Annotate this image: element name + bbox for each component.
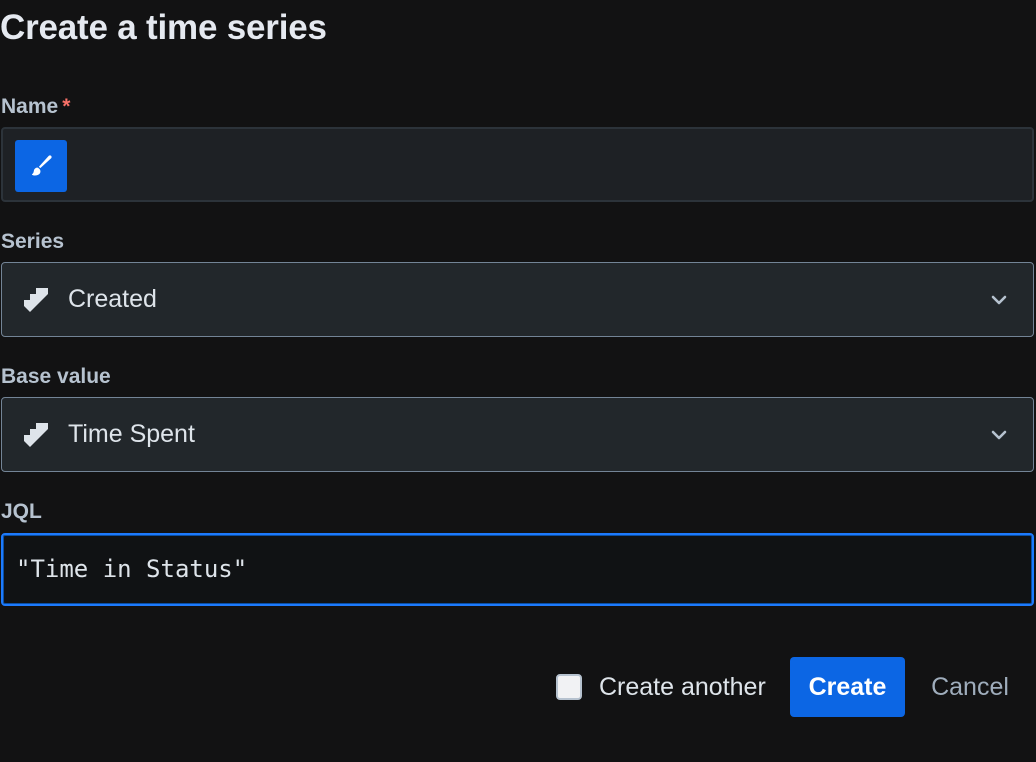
jira-icon	[24, 423, 48, 447]
jql-label: JQL	[1, 500, 42, 523]
jql-input[interactable]: "Time in Status"	[1, 533, 1034, 606]
jira-icon	[24, 288, 48, 312]
series-select[interactable]: Created	[1, 262, 1034, 337]
name-label: Name *	[1, 95, 70, 119]
base-value-label: Base value	[1, 365, 111, 388]
create-time-series-dialog: Create a time series Name * Series Create…	[0, 0, 1036, 762]
cancel-button[interactable]: Cancel	[918, 657, 1022, 717]
base-value-select[interactable]: Time Spent	[1, 397, 1034, 472]
name-field[interactable]	[1, 127, 1034, 202]
chevron-down-icon	[991, 430, 1007, 440]
base-value-selected-value: Time Spent	[68, 420, 195, 448]
required-marker: *	[62, 95, 71, 118]
jql-value: "Time in Status"	[16, 555, 248, 583]
create-another-label[interactable]: Create another	[599, 673, 766, 702]
chevron-down-icon	[991, 295, 1007, 305]
paintbrush-icon	[31, 155, 52, 176]
icon-picker-button[interactable]	[15, 140, 67, 192]
create-another-checkbox[interactable]	[556, 674, 582, 700]
name-label-text: Name	[1, 95, 59, 118]
create-button[interactable]: Create	[790, 657, 905, 717]
series-selected-value: Created	[68, 285, 157, 313]
dialog-title: Create a time series	[0, 8, 327, 47]
series-label: Series	[1, 230, 65, 253]
